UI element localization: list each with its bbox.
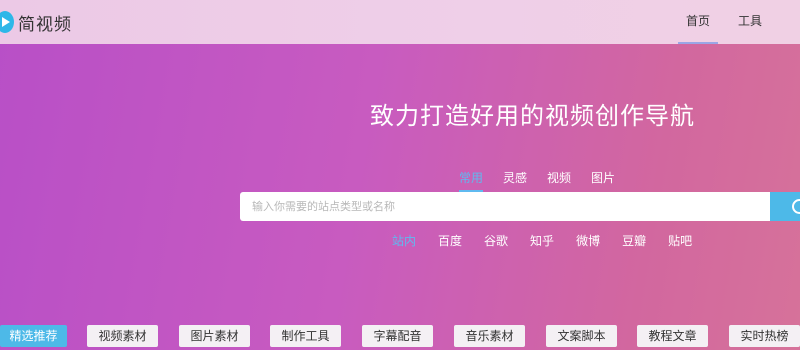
category-trending[interactable]: 实时热榜	[729, 325, 800, 347]
category-featured[interactable]: 精选推荐	[0, 325, 67, 347]
engine-weibo[interactable]: 微博	[576, 232, 600, 249]
play-logo-icon	[0, 11, 14, 33]
hero-title: 致力打造好用的视频创作导航	[370, 102, 695, 130]
engine-site[interactable]: 站内	[392, 232, 416, 249]
search-button[interactable]	[770, 192, 800, 221]
search-box	[240, 192, 770, 221]
top-header: 简视频 首页 工具	[0, 0, 800, 44]
search-engine-list: 站内 百度 谷歌 知乎 微博 豆瓣 贴吧	[392, 232, 692, 249]
tab-common[interactable]: 常用	[459, 169, 484, 192]
category-video-assets[interactable]: 视频素材	[87, 325, 158, 347]
category-image-assets[interactable]: 图片素材	[179, 325, 250, 347]
category-copywriting[interactable]: 文案脚本	[546, 325, 617, 347]
engine-douban[interactable]: 豆瓣	[622, 232, 646, 249]
logo-text: 简视频	[18, 14, 72, 35]
engine-tieba[interactable]: 贴吧	[668, 232, 692, 249]
category-tools[interactable]: 制作工具	[270, 325, 341, 347]
tab-video[interactable]: 视频	[547, 169, 571, 192]
category-music[interactable]: 音乐素材	[454, 325, 525, 347]
category-bar: 精选推荐 视频素材 图片素材 制作工具 字幕配音 音乐素材 文案脚本 教程文章 …	[0, 325, 800, 350]
category-subtitles[interactable]: 字幕配音	[362, 325, 433, 347]
category-tutorials[interactable]: 教程文章	[637, 325, 708, 347]
search-tabs: 常用 灵感 视频 图片	[459, 169, 615, 192]
engine-google[interactable]: 谷歌	[484, 232, 508, 249]
nav-item-tools[interactable]: 工具	[724, 0, 776, 44]
main-nav: 首页 工具	[672, 0, 776, 44]
nav-item-home[interactable]: 首页	[672, 0, 724, 44]
site-logo[interactable]: 简视频	[0, 8, 72, 36]
engine-baidu[interactable]: 百度	[438, 232, 462, 249]
search-input[interactable]	[240, 192, 764, 221]
tab-image[interactable]: 图片	[591, 169, 615, 192]
search-icon	[792, 199, 800, 214]
engine-zhihu[interactable]: 知乎	[530, 232, 554, 249]
tab-inspiration[interactable]: 灵感	[503, 169, 527, 192]
